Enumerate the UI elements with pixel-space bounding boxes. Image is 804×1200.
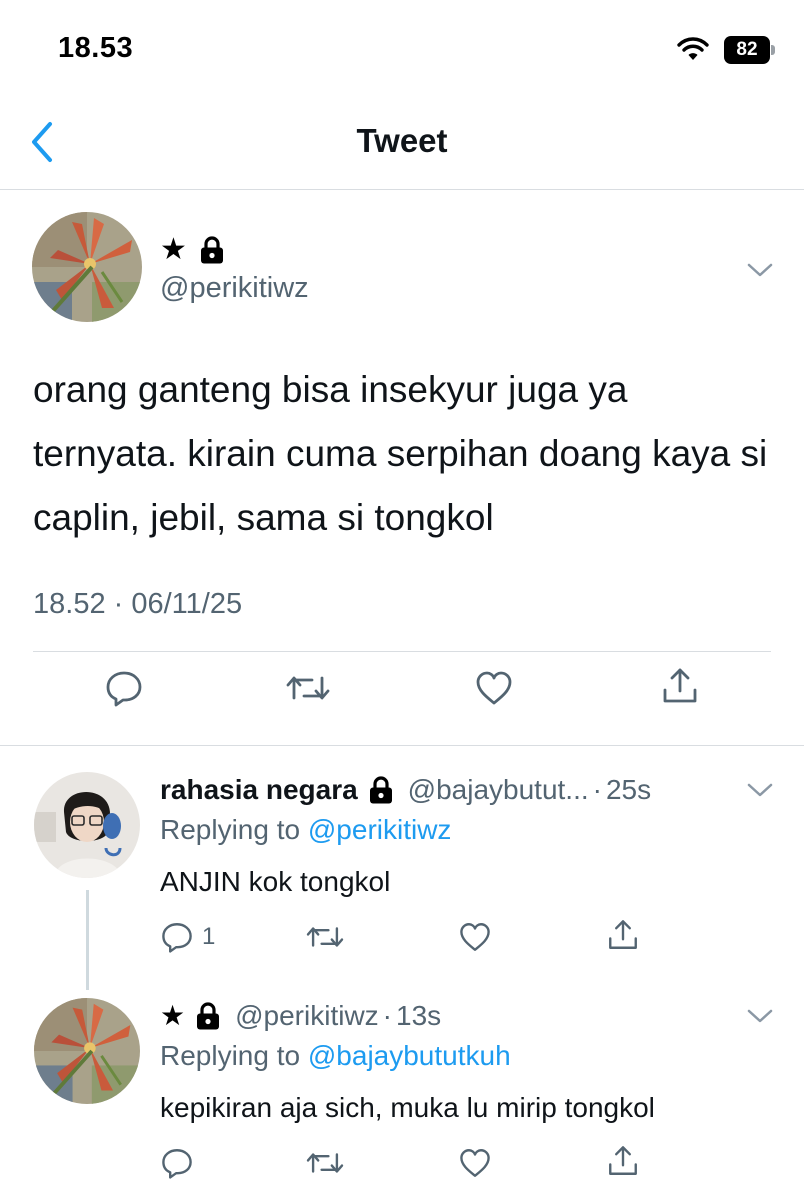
reply-tweet[interactable]: ★ @perikitiwz · 13s Replying to @bajaybu…: [0, 998, 804, 1200]
lock-icon: [195, 1002, 221, 1030]
tweet-timestamp[interactable]: 18.52 · 06/11/25: [33, 588, 242, 621]
reply-count: 1: [202, 923, 216, 950]
reply-age: 13s: [396, 1000, 442, 1031]
status-bar: 18.53 82: [0, 0, 804, 100]
chevron-down-icon[interactable]: [745, 260, 775, 280]
nav-bar: Tweet: [0, 100, 804, 190]
replying-prefix: Replying to: [160, 1040, 308, 1071]
reply-text: ANJIN kok tongkol: [160, 866, 391, 897]
display-name[interactable]: ★: [160, 232, 225, 268]
share-icon: [606, 918, 640, 952]
battery-tip: [771, 45, 775, 55]
replying-to: Replying to @bajaybututkuh: [160, 1040, 511, 1072]
display-name[interactable]: rahasia negara: [160, 774, 358, 806]
chevron-down-icon[interactable]: [745, 1006, 775, 1026]
battery-icon: 82: [724, 36, 776, 64]
main-tweet: ★ @perikitiwz orang ganteng bisa insekyu…: [0, 190, 804, 746]
replying-to-link[interactable]: @perikitiwz: [308, 814, 452, 845]
divider: [33, 651, 771, 652]
reply-header: ★ @perikitiwz · 13s: [160, 998, 441, 1034]
like-icon: [458, 1146, 492, 1180]
reply-icon: [104, 668, 144, 708]
chevron-down-icon[interactable]: [745, 780, 775, 800]
action-bar: [0, 660, 804, 740]
thread-line: [86, 890, 89, 990]
share-icon: [606, 1144, 640, 1178]
share-button[interactable]: [606, 1144, 640, 1178]
reply-button[interactable]: 1: [160, 920, 215, 954]
tweet-text: orang ganteng bisa insekyur juga ya tern…: [33, 369, 768, 538]
reply-age: 25s: [605, 774, 652, 805]
reply-icon: [160, 1146, 194, 1180]
share-button[interactable]: [660, 666, 700, 706]
replying-to-link[interactable]: @bajaybututkuh: [308, 1040, 511, 1071]
reply-icon: [160, 920, 194, 954]
star-symbol: ★: [160, 1000, 186, 1031]
like-icon: [474, 668, 514, 708]
like-button[interactable]: [474, 668, 514, 708]
separator-dot: ·: [382, 1000, 392, 1031]
status-time: 18.53: [58, 32, 134, 64]
reply-button[interactable]: [160, 1146, 194, 1180]
replying-to: Replying to @perikitiwz: [160, 814, 451, 846]
reply-button[interactable]: [104, 668, 144, 708]
share-icon: [660, 666, 700, 706]
lock-icon: [199, 236, 225, 264]
user-handle[interactable]: @bajaybutut...: [408, 774, 589, 806]
battery-level: 82: [724, 36, 770, 64]
like-icon: [458, 920, 492, 954]
like-button[interactable]: [458, 920, 492, 954]
retweet-button[interactable]: [306, 1146, 344, 1180]
like-button[interactable]: [458, 1146, 492, 1180]
avatar[interactable]: [32, 212, 142, 322]
retweet-icon: [306, 920, 344, 954]
star-symbol: ★: [160, 233, 187, 266]
retweet-button[interactable]: [306, 920, 344, 954]
retweet-icon: [286, 668, 330, 708]
wifi-icon: [676, 36, 710, 62]
user-handle[interactable]: @perikitiwz: [160, 272, 309, 305]
reply-tweet[interactable]: rahasia negara @bajaybutut... · 25s Repl…: [0, 772, 804, 990]
avatar[interactable]: [34, 772, 140, 878]
page-title: Tweet: [356, 122, 448, 159]
retweet-button[interactable]: [286, 668, 330, 708]
avatar[interactable]: [34, 998, 140, 1104]
retweet-icon: [306, 1146, 344, 1180]
user-handle[interactable]: @perikitiwz: [235, 1000, 379, 1032]
reply-header: rahasia negara @bajaybutut... · 25s: [160, 772, 651, 808]
share-button[interactable]: [606, 918, 640, 952]
lock-icon: [368, 776, 394, 804]
replying-prefix: Replying to: [160, 814, 308, 845]
separator-dot: ·: [592, 774, 602, 805]
reply-text: kepikiran aja sich, muka lu mirip tongko…: [160, 1092, 655, 1123]
